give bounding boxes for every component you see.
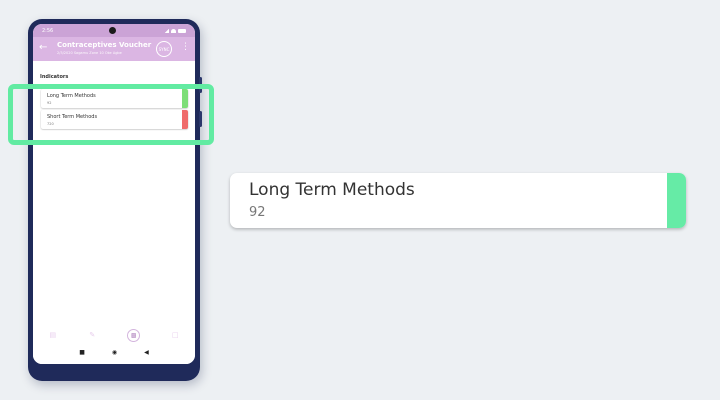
sync-button[interactable]: SYNC <box>156 41 172 57</box>
phone-screen: 2:56 ← Contraceptives Voucher 2/3/2020 S… <box>33 24 195 364</box>
edit-icon[interactable]: ✎ <box>88 331 97 340</box>
zoomed-indicator-label: Long Term Methods <box>249 180 415 200</box>
back-arrow-icon[interactable]: ← <box>39 43 47 53</box>
chart-icon[interactable]: ▩ <box>127 328 141 342</box>
bottom-nav: ▤ ✎ ▩ □ <box>33 328 195 342</box>
signal-icon <box>164 28 169 33</box>
form-icon[interactable]: ▤ <box>48 331 57 340</box>
highlight-frame <box>8 84 214 145</box>
status-icons <box>164 28 186 33</box>
camera-cutout <box>109 27 116 34</box>
sync-label: SYNC <box>158 46 170 52</box>
home-icon[interactable]: ◉ <box>112 350 117 356</box>
app-subtitle: 2/3/2020 Sagamu Zone 10 Oke Agbe <box>57 51 122 55</box>
indicators-heading: Indicators <box>40 74 69 80</box>
zoomed-indicator-value: 92 <box>249 205 266 220</box>
battery-icon <box>178 28 186 33</box>
system-nav-bar: ■ ◉ ◀ <box>33 342 195 364</box>
wifi-icon <box>171 28 176 33</box>
square-icon[interactable]: ■ <box>79 350 85 356</box>
app-title: Contraceptives Voucher <box>57 41 152 49</box>
more-vert-icon[interactable]: ⋮ <box>181 43 190 52</box>
back-triangle-icon[interactable]: ◀ <box>144 350 149 356</box>
status-time: 2:56 <box>42 27 54 34</box>
zoomed-indicator-card: Long Term Methods 92 <box>230 173 686 228</box>
zoomed-status-bar <box>667 173 686 228</box>
message-icon[interactable]: □ <box>171 331 180 340</box>
app-bar: ← Contraceptives Voucher 2/3/2020 Sagamu… <box>33 37 195 61</box>
